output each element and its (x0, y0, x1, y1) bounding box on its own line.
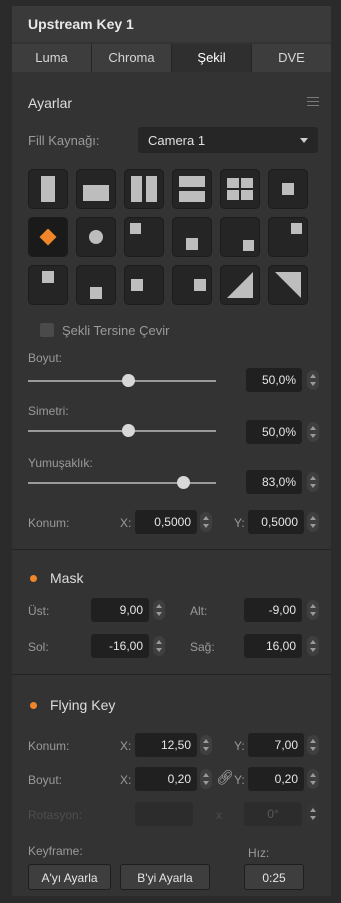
position-x-field[interactable]: 0,5000 (135, 510, 197, 534)
shape-vertical-wipe-bottom[interactable] (76, 169, 116, 209)
mask-bottom-label: Alt: (190, 604, 208, 618)
shape-edge-right[interactable] (172, 265, 212, 305)
shape-edge-left[interactable] (124, 265, 164, 305)
fk-size-y-stepper[interactable] (307, 769, 319, 789)
divider (12, 549, 331, 550)
fk-position-x-field[interactable]: 12,50 (135, 733, 197, 757)
mask-right-field[interactable]: 16,00 (244, 634, 302, 658)
shape-corner-bottom-center[interactable] (172, 217, 212, 257)
fk-position-y-field[interactable]: 7,00 (248, 733, 304, 757)
mask-top-stepper[interactable] (153, 600, 165, 620)
shape-box[interactable] (268, 169, 308, 209)
fk-size-y-label: Y: (234, 773, 245, 787)
symmetry-label: Simetri: (28, 404, 69, 418)
flying-key-enable-indicator[interactable] (30, 702, 37, 709)
symmetry-stepper[interactable] (307, 422, 319, 442)
tab-dve[interactable]: DVE (252, 44, 331, 72)
softness-stepper[interactable] (307, 472, 319, 492)
mask-top-label: Üst: (28, 604, 50, 618)
softness-value-field[interactable]: 83,0% (246, 470, 302, 494)
symmetry-value-field[interactable]: 50,0% (246, 420, 302, 444)
mask-bottom-stepper[interactable] (307, 600, 319, 620)
mask-left-stepper[interactable] (153, 636, 165, 656)
fk-size-x-field[interactable]: 0,20 (135, 767, 197, 791)
softness-slider-knob[interactable] (177, 476, 190, 489)
shape-edge-bottom[interactable] (76, 265, 116, 305)
mask-bottom-field[interactable]: -9,00 (244, 598, 302, 622)
mask-top-field[interactable]: 9,00 (91, 598, 149, 622)
panel-header: Upstream Key 1 (12, 6, 331, 42)
fk-rotation-stepper (307, 804, 319, 824)
panel-title: Upstream Key 1 (28, 16, 134, 32)
set-a-button[interactable]: A'yı Ayarla (28, 864, 111, 890)
shape-corner-bottom-right[interactable] (220, 217, 260, 257)
fk-rotation-x-label: x (216, 808, 222, 822)
fk-rotation-label: Rotasyon: (28, 808, 83, 822)
position-x-label: X: (120, 516, 132, 530)
upstream-key-panel: Upstream Key 1 Luma Chroma Şekil DVE Aya… (12, 6, 331, 896)
position-label: Konum: (28, 516, 70, 530)
position-y-stepper[interactable] (307, 512, 319, 532)
fk-position-y-stepper[interactable] (307, 735, 319, 755)
chevron-down-icon (300, 138, 308, 143)
mask-right-label: Sağ: (190, 640, 215, 654)
divider (12, 674, 331, 675)
size-label: Boyut: (28, 351, 63, 365)
fk-size-y-field[interactable]: 0,20 (248, 767, 304, 791)
fill-source-label: Fill Kaynağı: (28, 133, 100, 148)
shape-corner-top-right[interactable] (268, 217, 308, 257)
softness-label: Yumuşaklık: (28, 456, 93, 470)
fk-size-x-label: X: (120, 773, 132, 787)
mask-right-stepper[interactable] (307, 636, 319, 656)
fk-position-label: Konum: (28, 739, 70, 753)
tab-bar: Luma Chroma Şekil DVE (12, 44, 331, 72)
speed-field[interactable]: 0:25 (244, 864, 304, 890)
shape-four-corners[interactable] (220, 169, 260, 209)
settings-title: Ayarlar (28, 95, 73, 111)
invert-shape-checkbox[interactable] (40, 323, 54, 337)
mask-title[interactable]: Mask (50, 570, 83, 586)
mask-left-label: Sol: (28, 640, 49, 654)
size-stepper[interactable] (307, 370, 319, 390)
shape-corner-top-left[interactable] (124, 217, 164, 257)
shape-diamond[interactable] (28, 217, 68, 257)
size-value-field[interactable]: 50,0% (246, 368, 302, 392)
fk-position-y-label: Y: (234, 739, 245, 753)
invert-shape-label: Şekli Tersine Çevir (62, 323, 170, 338)
symmetry-slider-knob[interactable] (122, 424, 135, 437)
position-y-field[interactable]: 0,5000 (248, 510, 304, 534)
shape-diagonal-left[interactable] (220, 265, 260, 305)
shape-vertical-split[interactable] (124, 169, 164, 209)
position-y-label: Y: (234, 516, 245, 530)
fk-position-x-stepper[interactable] (200, 735, 212, 755)
speed-label: Hız: (248, 846, 270, 860)
set-b-button[interactable]: B'yi Ayarla (120, 864, 210, 890)
flying-key-title[interactable]: Flying Key (50, 697, 115, 713)
link-icon[interactable]: 🔗︎ (216, 769, 234, 786)
shape-horizontal-split[interactable] (172, 169, 212, 209)
fk-rotation-field: 0° (244, 802, 302, 826)
fk-size-x-stepper[interactable] (200, 769, 212, 789)
shape-diagonal-right[interactable] (268, 265, 308, 305)
size-slider-knob[interactable] (122, 374, 135, 387)
tab-shape[interactable]: Şekil (172, 44, 252, 72)
position-x-stepper[interactable] (200, 512, 212, 532)
shape-circle[interactable] (76, 217, 116, 257)
mask-enable-indicator[interactable] (30, 575, 37, 582)
fill-source-value: Camera 1 (148, 133, 206, 148)
tab-chroma[interactable]: Chroma (92, 44, 172, 72)
fk-size-label: Boyut: (28, 773, 63, 787)
keyframe-label: Keyframe: (28, 844, 83, 858)
shape-edge-top[interactable] (28, 265, 68, 305)
tab-luma[interactable]: Luma (12, 44, 92, 72)
mask-left-field[interactable]: -16,00 (91, 634, 149, 658)
fk-position-x-label: X: (120, 739, 132, 753)
fk-rotation-turns-field (135, 802, 193, 826)
fill-source-select[interactable]: Camera 1 (138, 127, 318, 153)
shape-horizontal-wipe-left[interactable] (28, 169, 68, 209)
menu-icon[interactable] (307, 97, 319, 106)
